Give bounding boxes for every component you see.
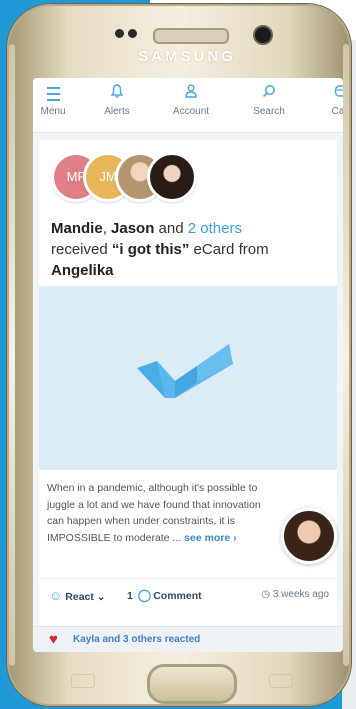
sensor-dot <box>115 29 124 38</box>
post-body: When in a pandemic, although it's possib… <box>47 480 272 546</box>
nav-item-account[interactable]: Account <box>161 84 221 117</box>
react-button[interactable]: ☺ React ⌄ <box>49 588 106 603</box>
smile-plus-icon: ☺ <box>49 588 63 603</box>
comment-icon: ◯ <box>137 588 152 602</box>
nav-label: Alerts <box>104 106 130 117</box>
clock-icon: ◷ <box>261 589 271 600</box>
checkmark-icon <box>137 344 233 398</box>
nav-label: Search <box>253 106 285 117</box>
user-icon <box>161 84 221 102</box>
headline-text: , <box>102 220 112 237</box>
top-nav: Menu Alerts Account Search Ca <box>33 78 343 133</box>
recent-apps-key[interactable] <box>71 674 95 688</box>
recipient-avatars[interactable]: MF JM <box>51 152 211 202</box>
reactions-text: Kayla and 3 others reacted <box>73 634 201 645</box>
nav-label: Account <box>172 106 210 117</box>
phone-screen: Menu Alerts Account Search Ca MF JM Mand… <box>33 78 343 652</box>
cart-icon <box>311 84 343 102</box>
ecard-image[interactable] <box>39 286 337 470</box>
timestamp-text: 3 weeks ago <box>272 589 329 600</box>
device-brand: SAMSUNG <box>138 48 236 65</box>
comment-count: 1 <box>127 590 133 602</box>
nav-item-cart[interactable]: Cart <box>311 84 343 117</box>
bell-icon <box>87 84 147 102</box>
avatar-photo <box>147 152 197 202</box>
recipient-name[interactable]: Jason <box>111 220 154 237</box>
heart-icon: ♥ <box>49 631 58 648</box>
headline-text: eCard from <box>189 241 269 258</box>
ecard-name: “i got this” <box>111 241 190 258</box>
post-timestamp: ◷ 3 weeks ago <box>261 589 329 600</box>
phone-frame: SAMSUNG Menu Alerts Account Search Ca MF… <box>7 4 351 706</box>
nav-label: Cart <box>331 106 343 117</box>
home-button[interactable] <box>147 664 237 704</box>
comment-label: Comment <box>153 590 202 602</box>
reactions-summary[interactable]: ♥ Kayla and 3 others reacted <box>33 626 343 652</box>
nav-item-menu[interactable]: Menu <box>33 84 83 117</box>
phone-edge-left <box>9 44 15 666</box>
recipient-name[interactable]: Mandie <box>51 220 103 237</box>
others-link[interactable]: 2 others <box>188 220 242 237</box>
post-actions: ☺ React ⌄ 1 ◯ Comment ◷ 3 weeks ago <box>39 578 337 609</box>
hamburger-icon <box>33 84 83 102</box>
earpiece-speaker <box>153 28 229 44</box>
phone-edge-right <box>343 44 349 666</box>
sender-name[interactable]: Angelika <box>51 262 114 279</box>
post-headline: Mandie, Jason and 2 others received “i g… <box>51 218 326 281</box>
nav-item-search[interactable]: Search <box>239 84 299 117</box>
sender-avatar[interactable] <box>281 508 337 564</box>
headline-text: and <box>154 220 188 237</box>
react-label: React <box>65 591 94 603</box>
comment-button[interactable]: 1 ◯ Comment <box>127 588 202 602</box>
nav-label: Menu <box>40 106 66 117</box>
see-more-link[interactable]: see more › <box>184 532 237 544</box>
headline-text: received <box>51 241 112 258</box>
sensor-dot <box>128 29 137 38</box>
front-camera-icon <box>253 25 273 45</box>
nav-item-alerts[interactable]: Alerts <box>87 84 147 117</box>
feed-card: MF JM Mandie, Jason and 2 others receive… <box>39 140 337 630</box>
search-icon <box>239 84 299 102</box>
back-key[interactable] <box>269 674 293 688</box>
